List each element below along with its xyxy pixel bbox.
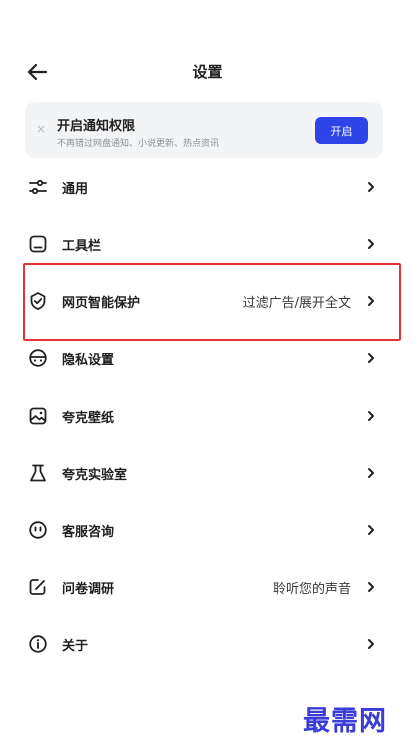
settings-item-about[interactable]: 关于: [0, 624, 415, 664]
header: 设置: [0, 52, 415, 92]
chevron-right-icon: [368, 411, 374, 421]
chevron-right-icon: [368, 239, 374, 249]
settings-item-privacy[interactable]: 隐私设置: [0, 338, 415, 378]
settings-item-wallpaper[interactable]: 夸克壁纸: [0, 396, 415, 436]
settings-item-label: 工具栏: [62, 239, 102, 254]
info-icon: [29, 635, 47, 653]
settings-item-label: 夸克壁纸: [62, 411, 115, 426]
flask-icon: [30, 464, 46, 482]
watermark: 最需网: [303, 706, 387, 737]
settings-item-value: 聆听您的声音: [272, 582, 351, 597]
notice-subtitle: 不再错过网盘通知、小说更新、热点资讯: [57, 139, 220, 149]
chevron-right-icon: [368, 182, 374, 192]
wallpaper-icon: [29, 407, 47, 425]
settings-item-general[interactable]: 通用: [0, 167, 415, 207]
settings-item-survey[interactable]: 问卷调研 聆听您的声音: [0, 567, 415, 607]
support-icon: [29, 521, 47, 539]
chevron-right-icon: [368, 582, 374, 592]
sliders-icon: [29, 179, 47, 195]
chevron-right-icon: [368, 353, 374, 363]
privacy-icon: [29, 349, 47, 367]
enable-notifications-button[interactable]: 开启: [315, 117, 368, 144]
settings-item-label: 关于: [62, 639, 89, 654]
toolbar-icon: [29, 235, 47, 253]
survey-icon: [29, 579, 46, 595]
page-title: 设置: [192, 63, 223, 81]
settings-item-label: 夸克实验室: [62, 468, 128, 483]
chevron-right-icon: [368, 468, 374, 478]
settings-item-toolbar[interactable]: 工具栏: [0, 224, 415, 264]
chevron-right-icon: [368, 525, 374, 535]
close-icon[interactable]: ×: [36, 122, 46, 136]
highlight-box: [23, 263, 401, 341]
settings-item-label: 通用: [62, 182, 89, 197]
settings-item-label: 问卷调研: [62, 582, 115, 597]
notice-title: 开启通知权限: [57, 119, 136, 134]
settings-item-label: 客服咨询: [62, 525, 115, 540]
settings-item-lab[interactable]: 夸克实验室: [0, 453, 415, 493]
settings-item-support[interactable]: 客服咨询: [0, 510, 415, 550]
chevron-right-icon: [368, 639, 374, 649]
notification-permission-banner: × 开启通知权限 不再错过网盘通知、小说更新、热点资讯 开启: [25, 102, 383, 158]
settings-item-label: 隐私设置: [62, 353, 115, 368]
